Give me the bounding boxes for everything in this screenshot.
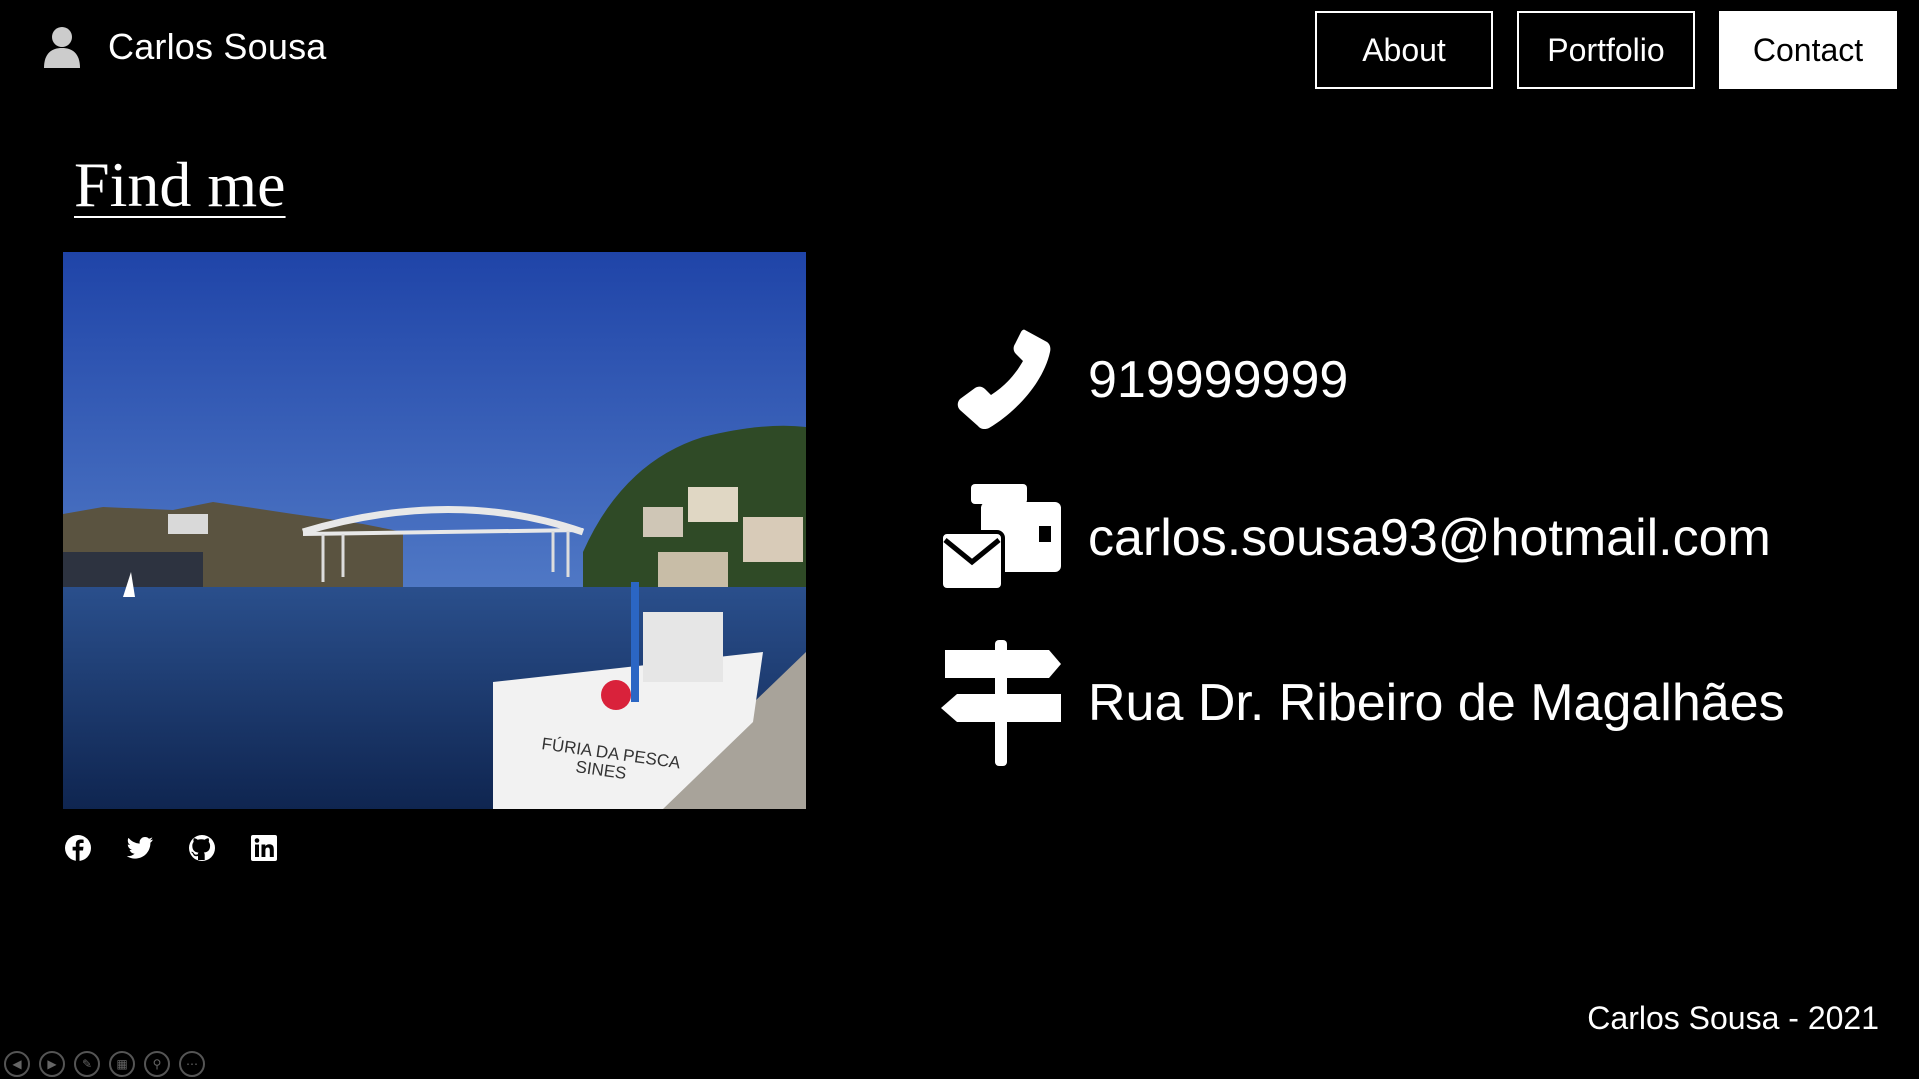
linkedin-icon[interactable] [250,834,278,862]
more-icon[interactable]: ⋯ [179,1051,205,1077]
signpost-icon [938,640,1064,766]
page-title: Find me [74,149,286,220]
mail-icon [938,482,1064,594]
github-icon[interactable] [188,834,216,862]
contact-address-row: Rua Dr. Ribeiro de Magalhães [938,640,1785,766]
phone-number[interactable]: 919999999 [1088,350,1348,410]
nav-about-button[interactable]: About [1315,11,1493,89]
pen-icon[interactable]: ✎ [74,1051,100,1077]
contact-phone-row: 919999999 [938,328,1348,432]
page: Carlos Sousa About Portfolio Contact Fin… [0,0,1919,1079]
brand[interactable]: Carlos Sousa [42,26,327,68]
slideshow-controls: ◀ ▶ ✎ ▦ ⚲ ⋯ [4,1051,205,1077]
slides-icon[interactable]: ▦ [109,1051,135,1077]
nav-portfolio-button[interactable]: Portfolio [1517,11,1695,89]
zoom-icon[interactable]: ⚲ [144,1051,170,1077]
main-nav: About Portfolio Contact [1315,11,1897,89]
location-photo: FÚRIA DA PESCA SINES [63,252,806,809]
phone-icon [938,328,1064,432]
contact-email-row: carlos.sousa93@hotmail.com [938,482,1771,594]
twitter-icon[interactable] [126,834,154,862]
social-links [64,834,278,862]
next-icon[interactable]: ▶ [39,1051,65,1077]
user-icon [42,26,82,68]
nav-contact-button[interactable]: Contact [1719,11,1897,89]
email-address[interactable]: carlos.sousa93@hotmail.com [1088,508,1771,568]
facebook-icon[interactable] [64,834,92,862]
brand-name: Carlos Sousa [108,26,327,67]
address[interactable]: Rua Dr. Ribeiro de Magalhães [1088,673,1785,733]
footer-text: Carlos Sousa - 2021 [1587,1000,1879,1036]
previous-icon[interactable]: ◀ [4,1051,30,1077]
